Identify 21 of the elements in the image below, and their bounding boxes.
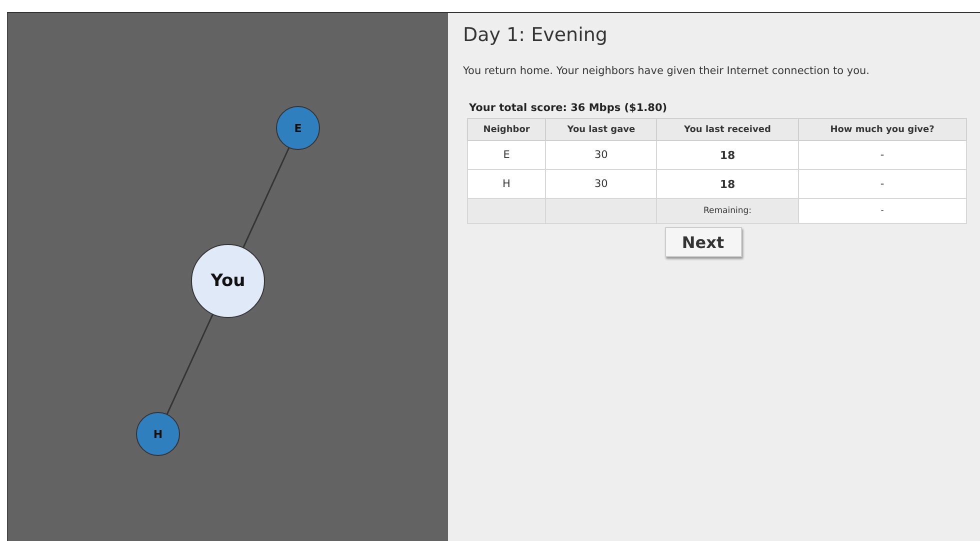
- graph-node[interactable]: H: [136, 412, 180, 456]
- table-cell: -: [798, 140, 966, 170]
- table-cell: 18: [656, 170, 798, 198]
- table-cell: E: [468, 140, 546, 170]
- score-text: Your total score: 36 Mbps ($1.80): [469, 102, 668, 114]
- graph-node[interactable]: You: [191, 244, 265, 318]
- table-cell: -: [798, 170, 966, 198]
- message-text: You return home. Your neighbors have given their Internet connection to you.: [463, 65, 871, 77]
- graph-node[interactable]: E: [276, 106, 320, 150]
- column-header: Neighbor: [468, 118, 546, 140]
- table-cell: 30: [546, 170, 657, 198]
- table-cell: H: [468, 170, 546, 198]
- page-title: Day 1: Evening: [463, 24, 608, 46]
- column-header: How much you give?: [798, 118, 966, 140]
- table-cell: Remaining:: [656, 198, 798, 224]
- next-button[interactable]: Next: [664, 227, 742, 257]
- column-header: You last received: [656, 118, 798, 140]
- table-cell: 30: [546, 140, 657, 170]
- table-cell: -: [798, 198, 966, 224]
- column-header: You last gave: [546, 118, 657, 140]
- table-cell: 18: [656, 140, 798, 170]
